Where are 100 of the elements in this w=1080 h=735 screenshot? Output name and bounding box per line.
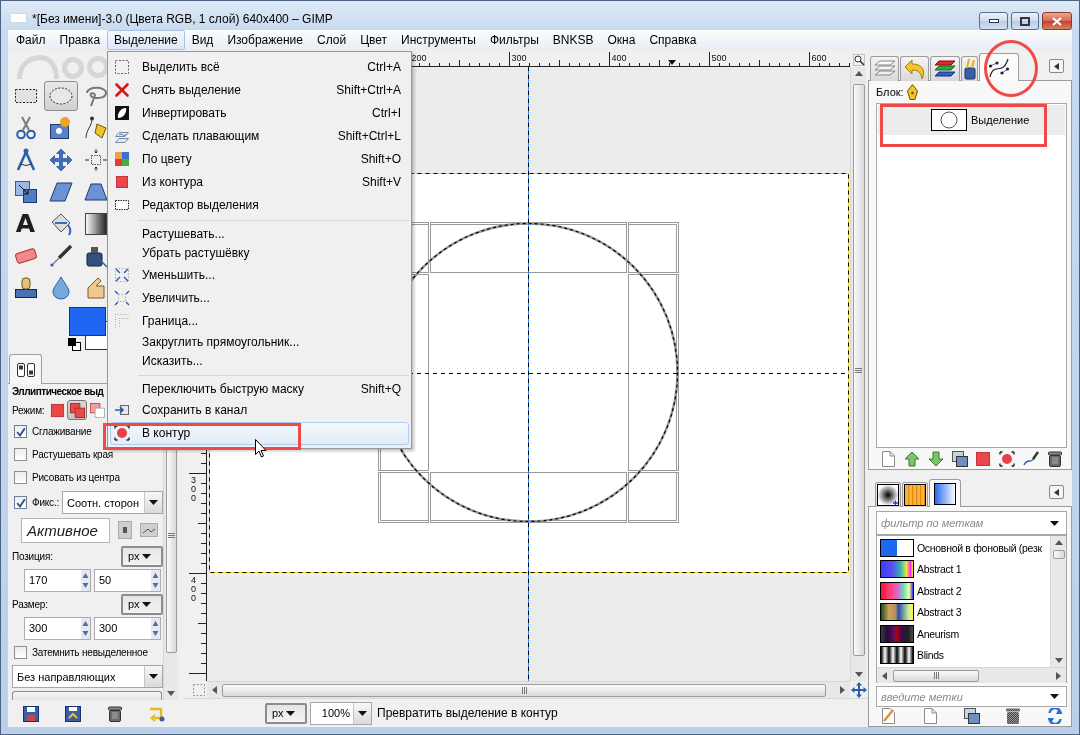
ratio-field[interactable]: Активное [21, 517, 110, 543]
menu-item[interactable]: Растушевать... [110, 224, 409, 244]
menu-item[interactable]: Исказить... [110, 351, 409, 371]
duplicate-icon[interactable] [963, 708, 980, 724]
menu-item[interactable]: Редактор выделения [110, 193, 409, 216]
path-row[interactable]: Выделение [878, 105, 1065, 135]
move-arrows-icon[interactable] [851, 681, 867, 698]
scrollbar-thumb[interactable] [852, 84, 865, 656]
gradient-row[interactable]: Основной в фоновый (резк [877, 537, 1050, 559]
filled-square-icon[interactable] [975, 450, 992, 467]
new-page-icon[interactable] [880, 450, 896, 467]
down-arrow-icon[interactable] [927, 450, 944, 467]
close-button[interactable] [1042, 12, 1072, 30]
menu-item[interactable]: Убрать растушёвку [110, 243, 409, 263]
scrollbar-thumb[interactable] [893, 669, 979, 682]
floppy-icon[interactable] [23, 705, 39, 722]
menu-item[interactable]: Уменьшить... [110, 263, 409, 286]
checkbox[interactable] [14, 496, 27, 509]
up-arrow-icon[interactable] [903, 450, 920, 467]
gradient-row[interactable]: Aneurism [877, 623, 1050, 645]
dock-tab[interactable] [875, 482, 901, 507]
checkered-trash-icon[interactable] [1005, 708, 1022, 724]
guides-dropdown[interactable]: Без направляющих [12, 665, 163, 688]
tool-button[interactable]: A [8, 209, 43, 239]
scrollbar[interactable] [207, 681, 850, 698]
landscape-orientation-icon[interactable] [140, 523, 158, 537]
gradient-row[interactable]: Abstract 3 [877, 601, 1050, 623]
scrollbar-thumb[interactable] [222, 683, 826, 697]
tab-menu-button[interactable] [1049, 59, 1064, 73]
menu-item[interactable]: Выделить всё Ctrl+A [110, 55, 409, 78]
aspect-dropdown[interactable]: Соотн. сторон [62, 491, 163, 514]
menu-item[interactable]: Переключить быструю маску Shift+Q [110, 379, 409, 399]
menu-bar-item[interactable]: Изображение [220, 30, 310, 50]
dock-tab[interactable] [929, 479, 961, 507]
menu-bar-item[interactable]: Цвет [353, 30, 395, 50]
tab-menu-button[interactable] [1049, 485, 1064, 499]
number-field[interactable]: 50 [94, 568, 161, 592]
menu-item[interactable]: Закруглить прямоугольник... [110, 332, 409, 352]
portrait-orientation-icon[interactable] [118, 521, 132, 539]
vertical-guide[interactable] [528, 67, 529, 681]
unit-dropdown[interactable]: px [121, 545, 163, 567]
menu-item[interactable]: Сохранить в канал [110, 398, 409, 422]
dock-tab[interactable] [902, 482, 928, 507]
brush-stroke-icon[interactable] [1023, 450, 1040, 467]
dock-tab[interactable] [979, 53, 1019, 81]
checkbox[interactable] [14, 645, 27, 659]
menu-bar-item[interactable]: Справка [642, 30, 704, 50]
floppy-restore-icon[interactable] [65, 705, 81, 722]
menu-item[interactable]: Снять выделение Shift+Ctrl+A [110, 78, 409, 101]
menu-bar-item[interactable]: BNKSB [545, 30, 601, 50]
number-field[interactable]: 300 [94, 616, 161, 640]
gradient-row[interactable]: Blinds [877, 644, 1050, 666]
menu-item[interactable]: Граница... [110, 309, 409, 332]
mode-button[interactable] [67, 400, 88, 420]
unit-dropdown[interactable]: px [265, 702, 307, 724]
menu-bar-item[interactable]: Выделение [107, 30, 185, 50]
minimize-button[interactable] [979, 12, 1008, 30]
scrollbar[interactable] [877, 667, 1066, 683]
pen-nib-icon[interactable] [906, 84, 918, 100]
menu-item[interactable]: По цвету Shift+O [110, 147, 409, 170]
scrollbar-thumb[interactable] [1052, 550, 1065, 559]
cut-off-button[interactable] [12, 691, 162, 700]
dock-tab[interactable] [930, 56, 960, 81]
menu-bar-item[interactable]: Вид [184, 30, 221, 50]
dock-tab[interactable] [961, 56, 978, 81]
trash-icon[interactable] [107, 705, 123, 722]
zoom-dropdown[interactable]: 100% [310, 701, 372, 725]
menu-bar-item[interactable]: Окна [600, 30, 643, 50]
menu-item[interactable]: Инвертировать Ctrl+I [110, 101, 409, 124]
menu-item[interactable]: Из контура Shift+V [110, 170, 409, 193]
menu-bar-item[interactable]: Правка [52, 30, 108, 50]
number-field[interactable]: 300 [24, 616, 91, 640]
checkbox[interactable] [14, 425, 27, 438]
reset-icon[interactable] [149, 705, 165, 722]
menu-bar-item[interactable]: Фильтры [482, 30, 546, 50]
unit-dropdown[interactable]: px [121, 593, 163, 615]
new-page-icon[interactable] [921, 708, 938, 724]
magnifier-icon[interactable] [853, 53, 865, 66]
duplicate-icon[interactable] [951, 450, 968, 467]
tag-filter-field[interactable]: фильтр по меткам [876, 511, 1067, 535]
number-field[interactable]: 170 [24, 568, 91, 592]
refresh-icon[interactable] [1047, 708, 1063, 724]
gradient-row[interactable]: Abstract 2 [877, 580, 1050, 602]
menu-item[interactable]: Сделать плавающим Shift+Ctrl+L [110, 124, 409, 147]
scrollbar[interactable] [1050, 536, 1066, 667]
default-colors-icon[interactable] [68, 338, 81, 351]
dot-selection-icon[interactable] [999, 450, 1016, 467]
menu-item[interactable]: Увеличить... [110, 286, 409, 309]
menu-bar-item[interactable]: Инструменты [394, 30, 483, 50]
menu-bar-item[interactable]: Файл [9, 30, 53, 50]
menu-bar-item[interactable]: Слой [309, 30, 354, 50]
pencil-edit-icon[interactable] [880, 708, 896, 724]
tool-options-tab[interactable] [9, 354, 42, 384]
mode-button[interactable] [87, 400, 108, 420]
trash-icon[interactable] [1046, 450, 1063, 467]
gradient-row[interactable]: Abstract 1 [877, 558, 1050, 580]
maximize-button[interactable] [1011, 12, 1039, 30]
foreground-color-swatch[interactable] [69, 307, 106, 336]
checkbox[interactable] [14, 448, 27, 461]
checkbox[interactable] [14, 471, 27, 484]
